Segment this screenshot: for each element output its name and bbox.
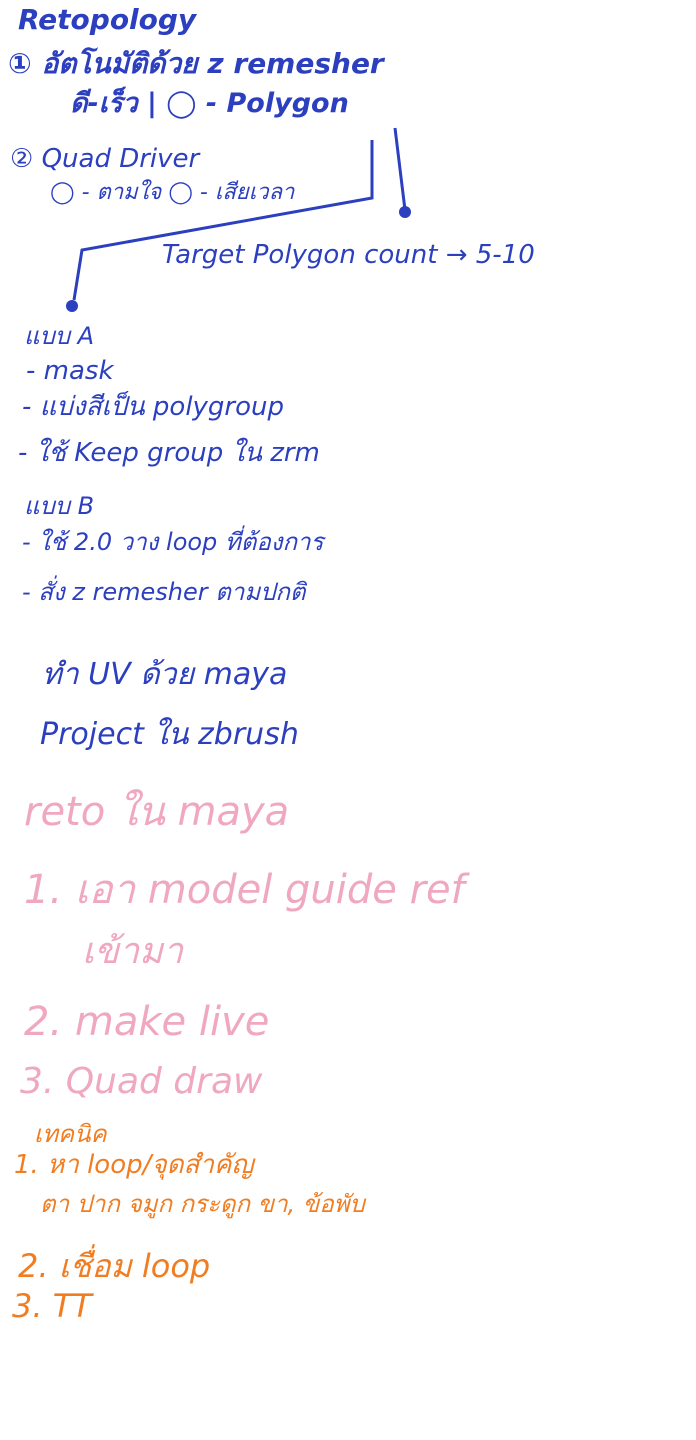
method-b-item-zremesher: - สั่ง z remesher ตามปกติ [22, 578, 306, 606]
technique-step3: 3. TT [12, 1287, 92, 1325]
target-polygon-count: Target Polygon count → 5-10 [162, 240, 535, 270]
step2-line2: ◯ - ตามใจ ◯ - เสียเวลา [50, 180, 295, 205]
method-a-item-polygroup: - แบ่งสีเป็น polygroup [22, 392, 285, 422]
reto-step1-line2: เข้ามา [82, 931, 184, 972]
step1-line1: ① อัตโนมัติด้วย z remesher [8, 47, 384, 80]
reto-step1-line1: 1. เอา model guide ref [24, 867, 465, 913]
reto-maya-title: reto ใน maya [24, 789, 290, 835]
reto-step3: 3. Quad draw [20, 1061, 263, 1102]
uv-maya-line: ทำ UV ด้วย maya [42, 657, 288, 692]
method-a-item-keep-group: - ใช้ Keep group ใน zrm [18, 438, 320, 468]
method-b-item-loop: - ใช้ 2.0 วาง loop ที่ต้องการ [22, 528, 324, 556]
technique-step2: 2. เชื่อม loop [18, 1247, 211, 1285]
step1-line2: ดี-เร็ว | ◯ - Polygon [70, 88, 349, 119]
reto-step2: 2. make live [24, 999, 270, 1045]
method-a-item-mask: - mask [26, 356, 114, 386]
technique-title: เทคนิค [34, 1120, 107, 1148]
note-title: Retopology [18, 3, 197, 36]
arrowhead-dot-right [399, 206, 411, 218]
method-b-title: แบบ B [24, 492, 95, 520]
handwritten-note-canvas: Retopology ① อัตโนมัติด้วย z remesher ดี… [0, 0, 696, 1440]
project-zbrush-line: Project ใน zbrush [40, 717, 299, 752]
step2-line1: ② Quad Driver [10, 144, 200, 174]
arrowhead-dot-left [66, 300, 78, 312]
technique-step1-line2: ตา ปาก จมูก กระดูก ขา, ข้อพับ [40, 1190, 365, 1218]
arrow-to-target-right [393, 127, 407, 211]
method-a-title: แบบ A [24, 322, 94, 350]
technique-step1-line1: 1. หา loop/จุดสำคัญ [14, 1150, 254, 1180]
